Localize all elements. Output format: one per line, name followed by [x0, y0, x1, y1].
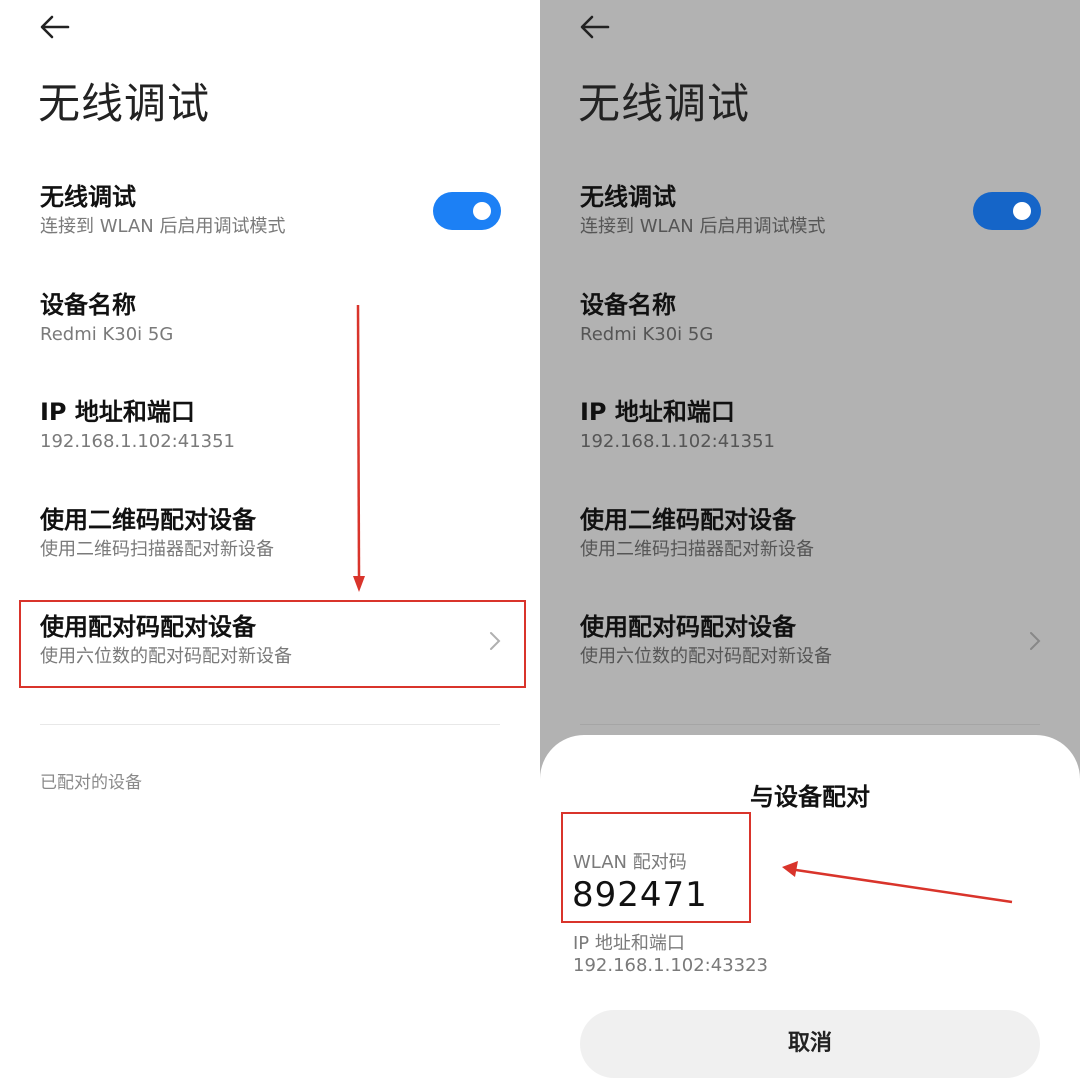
highlight-box	[19, 600, 526, 688]
annotation-arrow	[353, 304, 365, 592]
divider	[40, 724, 500, 725]
annotation-arrow	[782, 861, 1013, 904]
settings-screen-right: 无线调试 无线调试 连接到 WLAN 后启用调试模式 设备名称 Redmi K3…	[540, 0, 1080, 1079]
settings-screen-left: 无线调试 无线调试 连接到 WLAN 后启用调试模式 设备名称 Redmi K3…	[0, 0, 540, 1079]
section-header-paired-devices: 已配对的设备	[40, 773, 142, 793]
